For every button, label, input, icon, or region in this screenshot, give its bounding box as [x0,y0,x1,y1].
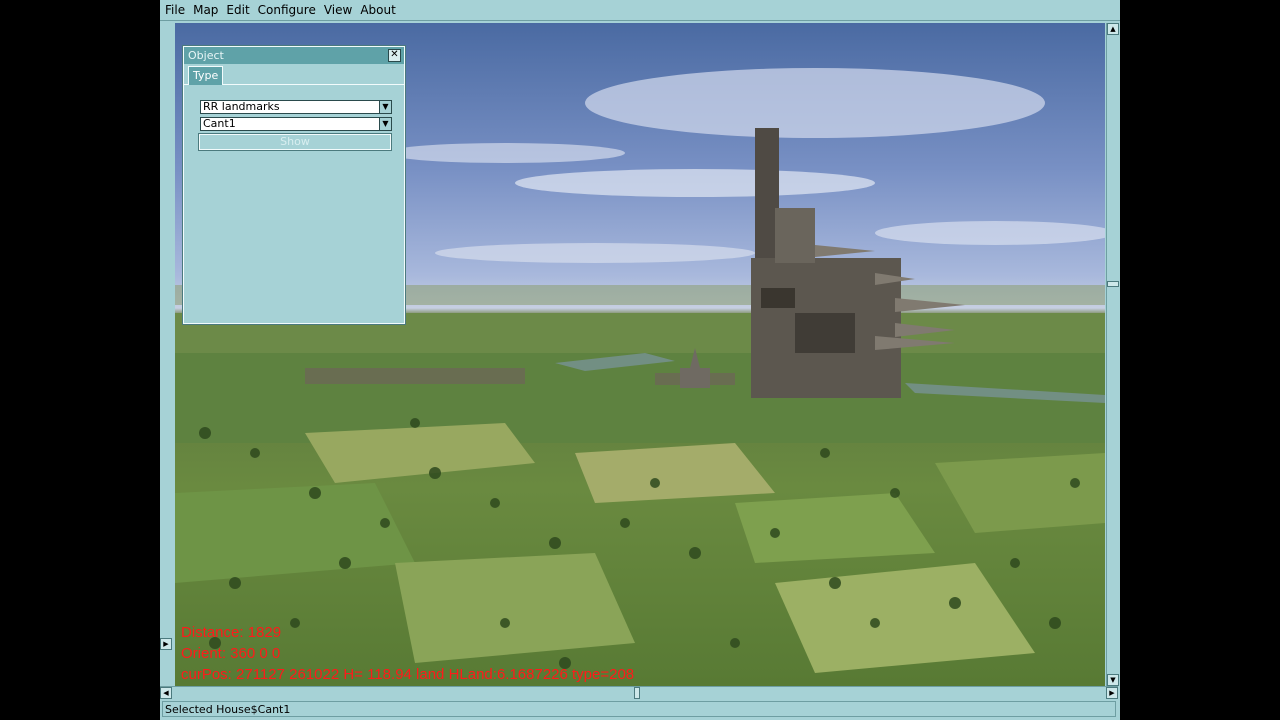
field [735,493,935,563]
hud-orient: Orient: 360 0 0 [181,645,281,662]
scroll-left-icon[interactable]: ◀ [160,687,172,699]
menu-file[interactable]: File [162,0,188,20]
horizontal-scrollbar[interactable]: ◀ ▶ [160,686,1118,699]
tab-row: Type [184,64,404,85]
scroll-down-icon[interactable]: ▼ [1107,674,1119,686]
category-select[interactable]: RR landmarks ▼ [200,100,392,114]
cloud [515,169,875,197]
close-icon[interactable]: ✕ [388,49,401,62]
cloud [585,68,1045,138]
menu-map[interactable]: Map [190,0,221,20]
hscroll-thumb[interactable] [634,687,640,699]
chevron-down-icon[interactable]: ▼ [379,101,391,113]
cloud [435,243,755,263]
hud-curpos: curPos: 271127 261022 H= 118.94 land HLa… [181,666,635,683]
app-window: File Map Edit Configure View About ▶ Dis… [160,0,1120,720]
menu-configure[interactable]: Configure [255,0,319,20]
menu-about[interactable]: About [357,0,398,20]
left-edge-bar: ▶ [160,23,172,686]
scroll-right-icon[interactable]: ▶ [1106,687,1118,699]
field [935,453,1105,533]
field [305,423,535,483]
object-panel-title: Object [188,49,224,62]
scroll-up-icon[interactable]: ▲ [1107,23,1119,35]
object-select-value: Cant1 [203,117,236,130]
status-bar: Selected House$Cant1 [162,701,1116,717]
town [305,368,525,384]
menu-edit[interactable]: Edit [223,0,252,20]
object-select[interactable]: Cant1 ▼ [200,117,392,131]
chevron-down-icon[interactable]: ▼ [379,118,391,130]
field [175,483,415,583]
hud-distance: Distance: 1829 [181,624,282,641]
field [175,353,1105,443]
field [575,443,775,503]
scroll-thumb[interactable] [1107,281,1119,287]
show-button[interactable]: Show [198,133,392,151]
object-panel: Object ✕ Type RR landmarks ▼ Cant1 ▼ Sho… [182,45,406,325]
field [395,553,635,663]
cloud [385,143,625,163]
object-panel-title-bar[interactable]: Object ✕ [184,47,404,64]
category-select-value: RR landmarks [203,100,280,113]
field [775,563,1035,673]
left-bar-arrow-icon[interactable]: ▶ [160,638,172,650]
cloud [875,221,1105,245]
menubar: File Map Edit Configure View About [160,0,1120,21]
vertical-scrollbar[interactable]: ▲ ▼ [1106,23,1119,686]
menu-view[interactable]: View [321,0,355,20]
tab-type[interactable]: Type [188,66,224,85]
